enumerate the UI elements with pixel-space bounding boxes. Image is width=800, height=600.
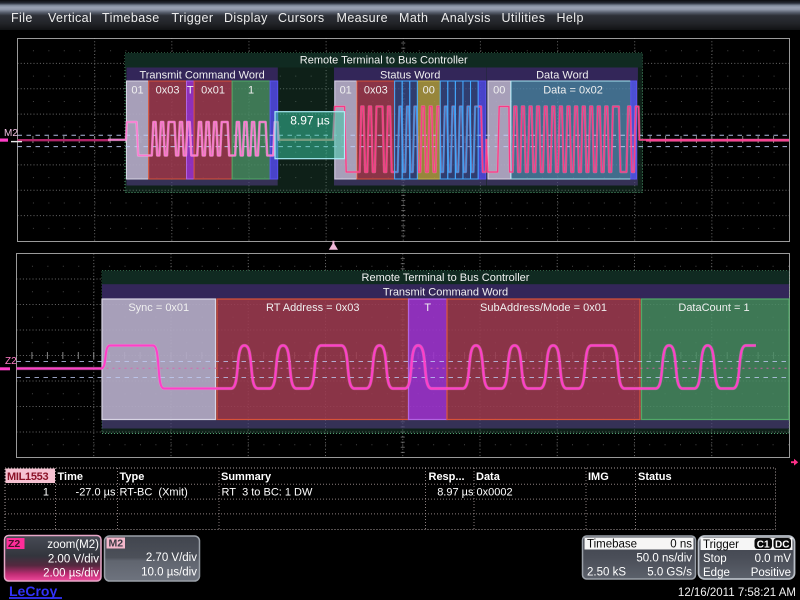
svg-text:T: T	[424, 302, 431, 314]
svg-text:zoom(M2): zoom(M2)	[47, 539, 99, 551]
svg-text:2.00 V/div: 2.00 V/div	[48, 554, 99, 566]
svg-text:5.0 GS/s: 5.0 GS/s	[647, 567, 692, 579]
svg-text:Transmit Command Word: Transmit Command Word	[139, 70, 264, 82]
svg-text:Sync = 0x01: Sync = 0x01	[128, 302, 189, 314]
svg-text:00: 00	[423, 85, 435, 97]
svg-text:2.50 kS: 2.50 kS	[587, 567, 626, 579]
svg-text:Analysis: Analysis	[441, 11, 491, 25]
svg-text:SubAddress/Mode = 0x01: SubAddress/Mode = 0x01	[480, 302, 607, 314]
svg-text:Trigger: Trigger	[172, 11, 214, 25]
svg-text:2.00 µs/div: 2.00 µs/div	[43, 568, 99, 580]
svg-text:Trigger: Trigger	[703, 539, 739, 551]
svg-text:Status: Status	[638, 471, 672, 483]
svg-text:C1: C1	[757, 539, 770, 550]
svg-text:Vertical: Vertical	[48, 11, 92, 25]
svg-text:Time: Time	[58, 471, 83, 483]
svg-text:1: 1	[43, 487, 49, 499]
svg-text:0x01: 0x01	[201, 85, 225, 97]
svg-text:Data Word: Data Word	[536, 70, 588, 82]
svg-text:Stop: Stop	[703, 553, 727, 565]
svg-text:Type: Type	[120, 471, 145, 483]
svg-text:0x03: 0x03	[364, 85, 388, 97]
svg-text:Timebase: Timebase	[587, 539, 637, 551]
svg-text:01: 01	[131, 85, 143, 97]
svg-text:8.97 µs: 8.97 µs	[290, 114, 330, 128]
svg-text:DC: DC	[775, 539, 789, 550]
svg-text:Summary: Summary	[221, 471, 272, 483]
svg-text:10.0 µs/div: 10.0 µs/div	[141, 567, 197, 579]
svg-text:RT-BC (Xmit): RT-BC (Xmit)	[120, 487, 188, 499]
svg-text:Status Word: Status Word	[380, 70, 440, 82]
svg-text:12/16/2011 7:58:21 AM: 12/16/2011 7:58:21 AM	[678, 587, 796, 599]
svg-text:Data: Data	[476, 471, 501, 483]
svg-text:M2: M2	[109, 538, 124, 550]
svg-text:Cursors: Cursors	[278, 11, 325, 25]
svg-text:Resp...: Resp...	[429, 471, 465, 483]
svg-text:2.70 V/div: 2.70 V/div	[146, 552, 197, 564]
svg-text:0x03: 0x03	[156, 85, 180, 97]
svg-text:M2: M2	[4, 128, 18, 139]
svg-text:50.0 ns/div: 50.0 ns/div	[636, 553, 692, 565]
svg-text:RT Address = 0x03: RT Address = 0x03	[266, 302, 359, 314]
svg-text:Z2: Z2	[8, 538, 20, 550]
svg-text:0x0002: 0x0002	[477, 487, 513, 499]
svg-text:Timebase: Timebase	[102, 11, 160, 25]
svg-text:LeCroy: LeCroy	[9, 583, 57, 599]
svg-text:DataCount = 1: DataCount = 1	[678, 302, 749, 314]
svg-text:Measure: Measure	[337, 11, 388, 25]
svg-text:Utilities: Utilities	[502, 11, 546, 25]
svg-text:Display: Display	[224, 11, 268, 25]
svg-text:-27.0 µs: -27.0 µs	[76, 487, 116, 499]
svg-text:Help: Help	[557, 11, 584, 25]
svg-text:MIL1553: MIL1553	[7, 471, 48, 483]
svg-text:0 ns: 0 ns	[670, 539, 692, 551]
svg-text:Z2: Z2	[5, 356, 17, 367]
svg-text:0.0 mV: 0.0 mV	[755, 553, 792, 565]
svg-text:Transmit Command Word: Transmit Command Word	[383, 287, 508, 299]
svg-text:Edge: Edge	[703, 567, 730, 579]
svg-text:T: T	[187, 85, 194, 97]
svg-text:Data = 0x02: Data = 0x02	[543, 85, 603, 97]
svg-text:RT 3 to BC: 1 DW: RT 3 to BC: 1 DW	[222, 487, 313, 499]
svg-text:Remote Terminal to Bus Control: Remote Terminal to Bus Controller	[362, 272, 530, 284]
svg-text:IMG: IMG	[588, 471, 609, 483]
svg-text:8.97 µs: 8.97 µs	[437, 487, 474, 499]
svg-text:File: File	[11, 11, 33, 25]
svg-text:1: 1	[248, 85, 254, 97]
svg-text:00: 00	[493, 85, 505, 97]
svg-text:01: 01	[340, 85, 352, 97]
svg-text:Remote Terminal to Bus Control: Remote Terminal to Bus Controller	[300, 55, 468, 67]
svg-text:Math: Math	[399, 11, 428, 25]
svg-text:Positive: Positive	[751, 567, 791, 579]
